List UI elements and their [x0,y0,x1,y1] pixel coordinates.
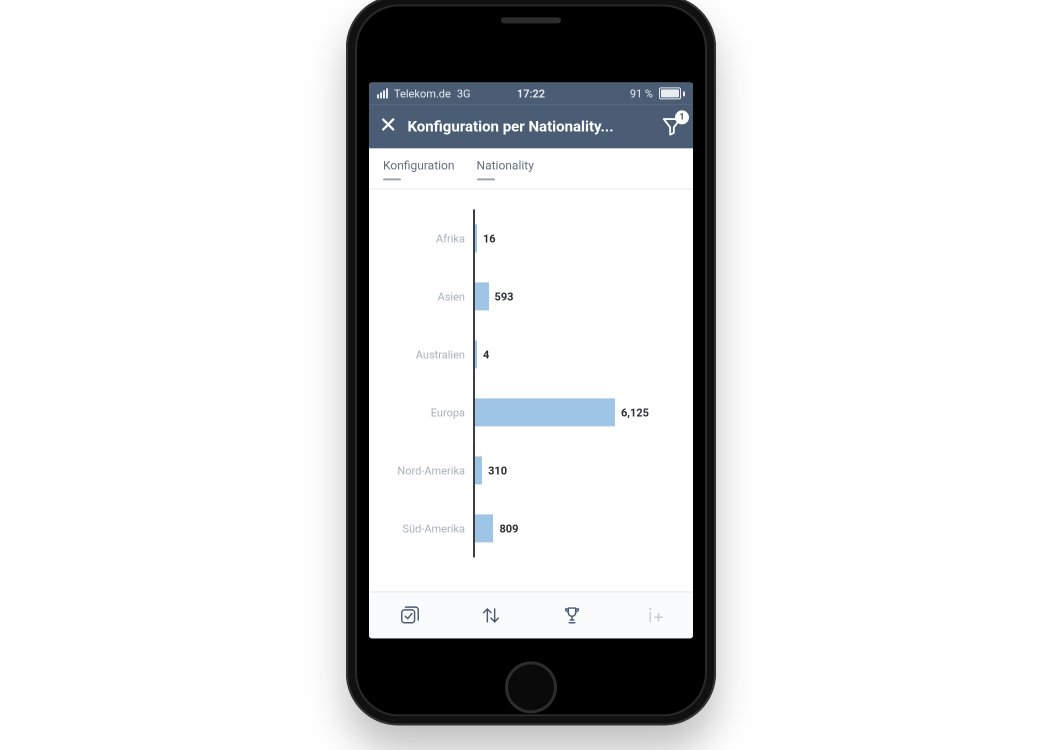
bar [475,224,477,252]
filter-pill-nationality[interactable]: Nationality [477,158,534,180]
app-screen: Telekom.de 3G 17:22 91 % ✕ Konfiguration… [369,82,693,638]
bar [475,398,615,426]
bar [475,340,477,368]
rank-button[interactable] [552,600,592,630]
value-label: 310 [488,464,507,477]
value-label: 593 [495,290,514,303]
multiselect-button[interactable] [390,600,430,630]
sort-button[interactable] [471,600,511,630]
battery-label: 91 % [630,87,653,100]
filter-pill-label: Konfiguration [383,158,455,172]
home-button[interactable] [505,661,557,713]
filter-pill-konfiguration[interactable]: Konfiguration [383,158,455,180]
bar-row[interactable]: Australien 4 [383,325,679,383]
bar-row[interactable]: Afrika 16 [383,209,679,267]
bar-row[interactable]: Asien 593 [383,267,679,325]
bar-row[interactable]: Süd-Amerika 809 [383,499,679,557]
value-label: 809 [499,522,518,535]
filter-pill-label: Nationality [477,158,534,172]
network-label: 3G [457,87,471,100]
bottom-toolbar [369,591,693,638]
category-label: Europa [383,406,473,419]
category-label: Australien [383,348,473,361]
chart-rows: Afrika 16 Asien 593 [383,209,679,557]
bar [475,514,493,542]
app-header: ✕ Konfiguration per Nationality... 1 [369,104,693,148]
phone-frame: Telekom.de 3G 17:22 91 % ✕ Konfiguration… [346,0,716,725]
value-label: 16 [483,232,496,245]
multiselect-icon [399,604,421,626]
category-label: Süd-Amerika [383,522,473,535]
bar-row[interactable]: Nord-Amerika 310 [383,441,679,499]
add-button [633,600,673,630]
bar [475,456,482,484]
category-label: Afrika [383,232,473,245]
battery-icon [659,87,685,99]
filter-badge: 1 [675,110,689,124]
carrier-label: Telekom.de [394,87,451,100]
page-title: Konfiguration per Nationality... [407,117,651,135]
close-icon[interactable]: ✕ [379,115,397,137]
active-filters-strip: Konfiguration Nationality [369,148,693,189]
value-label: 6,125 [621,406,649,419]
bar-row[interactable]: Europa 6,125 [383,383,679,441]
chart-area: Afrika 16 Asien 593 [369,189,693,591]
category-label: Nord-Amerika [383,464,473,477]
filter-button[interactable]: 1 [661,115,683,137]
phone-speaker [501,17,561,23]
bar [475,282,489,310]
value-label: 4 [483,348,489,361]
info-add-icon [642,604,664,626]
status-bar: Telekom.de 3G 17:22 91 % [369,82,693,104]
signal-icon [377,88,388,98]
category-label: Asien [383,290,473,303]
sort-icon [480,604,502,626]
trophy-icon [561,604,583,626]
